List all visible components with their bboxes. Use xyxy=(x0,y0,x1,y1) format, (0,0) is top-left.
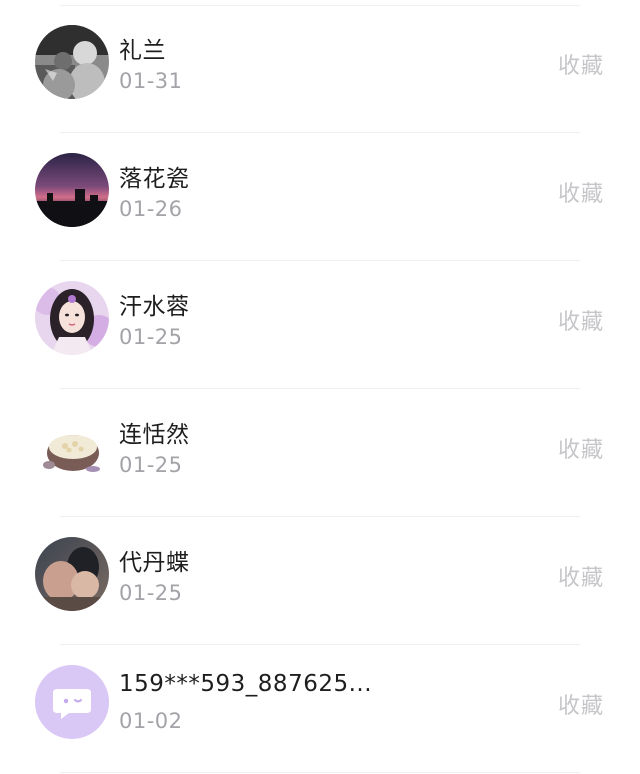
grayscale-couple-photo-icon xyxy=(35,25,109,99)
contact-date: 01-31 xyxy=(119,69,183,93)
contact-list: 礼兰 01-31 收藏 落花瓷 01-26 收藏 汗水蓉 01-25 收藏 连恬… xyxy=(0,0,640,774)
contact-date: 01-25 xyxy=(119,581,183,605)
contact-name: 159***593_887625... xyxy=(119,671,373,697)
favorite-button[interactable]: 收藏 xyxy=(558,304,604,336)
avatar[interactable] xyxy=(35,409,109,483)
avatar[interactable] xyxy=(35,537,109,611)
contact-date: 01-25 xyxy=(119,325,183,349)
favorite-button[interactable]: 收藏 xyxy=(558,432,604,464)
avatar[interactable] xyxy=(35,281,109,355)
contact-row[interactable]: 礼兰 01-31 收藏 xyxy=(0,5,640,133)
favorite-button[interactable]: 收藏 xyxy=(558,688,604,720)
avatar[interactable] xyxy=(35,665,109,739)
contact-name: 落花瓷 xyxy=(119,166,190,192)
contact-name: 代丹蝶 xyxy=(119,550,190,576)
dessert-bowl-photo-icon xyxy=(35,409,109,483)
contact-row[interactable]: 代丹蝶 01-25 收藏 xyxy=(0,517,640,645)
contact-date: 01-26 xyxy=(119,197,183,221)
contact-name: 连恬然 xyxy=(119,422,190,448)
avatar[interactable] xyxy=(35,25,109,99)
costume-girl-portrait-icon xyxy=(35,281,109,355)
contact-date: 01-02 xyxy=(119,709,183,733)
contact-date: 01-25 xyxy=(119,453,183,477)
contact-row[interactable]: 落花瓷 01-26 收藏 xyxy=(0,133,640,261)
avatar[interactable] xyxy=(35,153,109,227)
divider xyxy=(60,772,580,773)
contact-row[interactable]: 汗水蓉 01-25 收藏 xyxy=(0,261,640,389)
contact-row[interactable]: 159***593_887625... 01-02 收藏 xyxy=(0,645,640,773)
contact-name: 汗水蓉 xyxy=(119,294,190,320)
contact-row[interactable]: 连恬然 01-25 收藏 xyxy=(0,389,640,517)
favorite-button[interactable]: 收藏 xyxy=(558,176,604,208)
couple-photo-icon xyxy=(35,537,109,611)
favorite-button[interactable]: 收藏 xyxy=(558,48,604,80)
sunset-sky-photo-icon xyxy=(35,153,109,227)
default-chat-bubble-avatar-icon xyxy=(35,665,109,739)
contact-name: 礼兰 xyxy=(119,38,166,64)
favorite-button[interactable]: 收藏 xyxy=(558,560,604,592)
